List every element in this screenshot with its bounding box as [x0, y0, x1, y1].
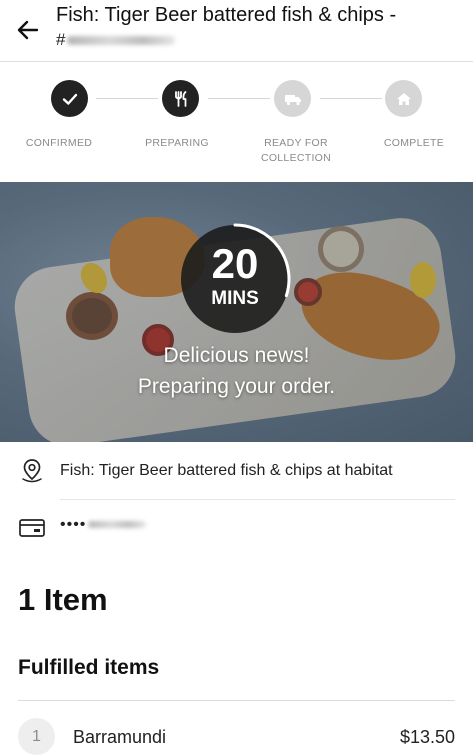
- card-mask-dots: ••••: [60, 516, 87, 533]
- item-count-heading: 1 Item: [18, 582, 108, 617]
- truck-icon: [284, 94, 301, 105]
- progress-connector: [208, 98, 270, 99]
- step-label-confirmed: CONFIRMED: [25, 137, 93, 149]
- order-number: #: [56, 30, 176, 50]
- step-label-preparing: PREPARING: [145, 137, 209, 149]
- status-message-subtitle: Preparing your order.: [137, 375, 336, 398]
- pickup-location-row: Fish: Tiger Beer battered fish & chips a…: [0, 444, 473, 500]
- step-ready-for-collection: [274, 80, 311, 117]
- step-confirmed: [51, 80, 88, 117]
- step-label-ready-for-collection: READY FOR COLLECTION: [260, 137, 332, 164]
- payment-card-masked: ••••: [60, 516, 147, 534]
- step-complete: [385, 80, 422, 117]
- payment-method-row: ••••: [0, 500, 473, 556]
- order-number-prefix: #: [56, 30, 66, 49]
- progress-connector: [320, 98, 382, 99]
- location-pin-icon: [22, 459, 42, 483]
- page-title: Fish: Tiger Beer battered fish & chips -: [56, 4, 397, 26]
- back-button[interactable]: [14, 16, 42, 44]
- section-divider: [18, 700, 455, 701]
- item-name: Barramundi: [73, 727, 167, 747]
- item-price: $13.50: [399, 727, 455, 747]
- item-quantity-badge: 1: [18, 718, 55, 755]
- order-status-banner: 20 MINS Delicious news! Preparing your o…: [0, 182, 473, 442]
- pickup-location-text: Fish: Tiger Beer battered fish & chips a…: [60, 462, 393, 479]
- redacted-order-id: [67, 36, 176, 46]
- app-header: Fish: Tiger Beer battered fish & chips -…: [0, 0, 473, 62]
- progress-connector: [96, 98, 158, 99]
- countdown-unit: MINS: [211, 288, 259, 309]
- status-message-title: Delicious news!: [163, 344, 310, 367]
- step-preparing: [162, 80, 199, 117]
- redacted-card-number: [88, 521, 147, 529]
- home-icon: [396, 92, 411, 105]
- countdown-minutes: 20: [211, 240, 259, 287]
- fulfilled-items-heading: Fulfilled items: [18, 656, 160, 679]
- step-label-complete: COMPLETE: [383, 137, 445, 149]
- arrow-left-icon: [17, 20, 39, 40]
- check-icon: [62, 93, 77, 105]
- credit-card-icon: [19, 519, 45, 537]
- order-progress-tracker: CONFIRMED PREPARING READY FOR COLLECTION…: [0, 62, 473, 182]
- utensils-icon: [174, 90, 186, 107]
